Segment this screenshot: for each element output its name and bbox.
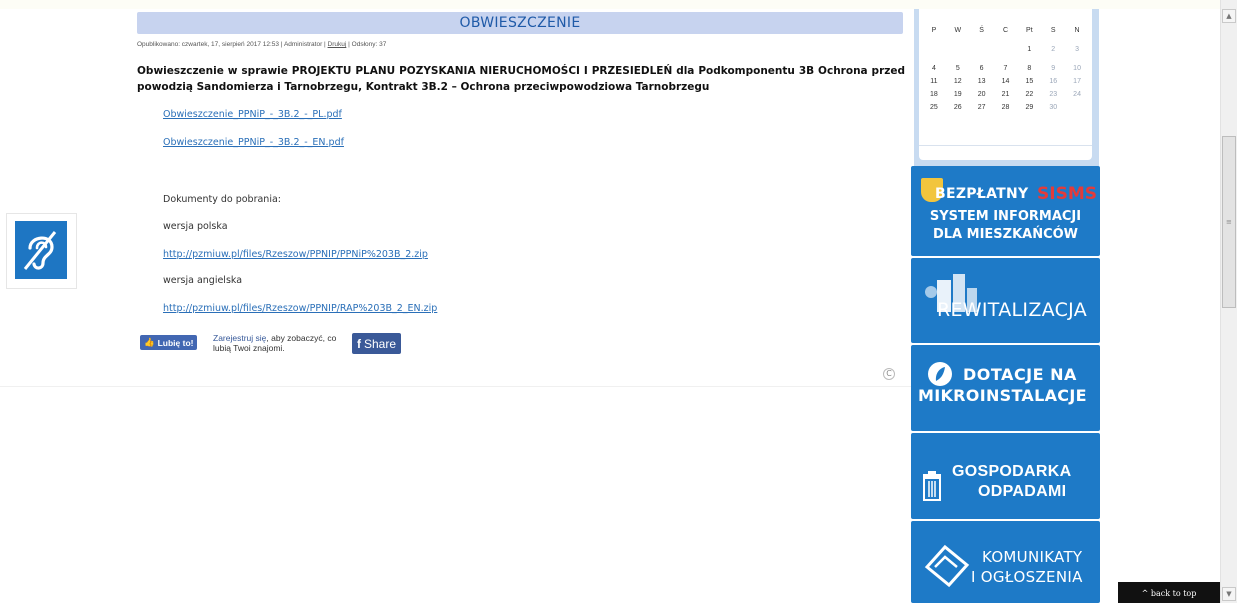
calendar-day[interactable]: 14 [994,76,1018,88]
gospodarka-odpadami-banner[interactable]: GOSPODARKA ODPADAMI [911,433,1100,519]
sms-line2: SYSTEM INFORMACJI [929,209,1082,224]
calendar-weekday: W [954,27,962,34]
grip-icon: ≡ [1226,218,1232,226]
divider [0,386,930,387]
trash-bin-icon [923,471,941,501]
file-link-en[interactable]: Obwieszczenie_PPNiP_-_3B.2_-_EN.pdf [163,137,344,148]
calendar-day[interactable]: 17 [1065,76,1089,88]
documents-label: Dokumenty do pobrania: [163,194,281,205]
sms-brand: SISMS [1037,184,1097,204]
calendar-day[interactable]: 29 [1017,102,1041,114]
print-link[interactable]: Drukuj [328,41,347,48]
calendar-weekday: P [931,27,937,34]
scroll-up-button[interactable]: ▲ [1222,9,1236,23]
scroll-down-button[interactable]: ▼ [1222,587,1236,601]
polish-version-label: wersja polska [163,221,228,232]
calendar-day[interactable]: 28 [994,102,1018,114]
fb-like-label: Lubię to! [157,337,194,348]
calendar-day[interactable]: 21 [994,89,1018,101]
calendar-day[interactable]: 2 [1041,44,1065,56]
article-meta: Opublikowano: czwartek, 17, sierpień 201… [137,41,386,48]
fb-share-label: Share [363,336,397,351]
loading-icon: C [883,368,895,380]
dotacje-banner[interactable]: DOTACJE NA MIKROINSTALACJE [911,345,1100,431]
article-title: OBWIESZCZENIE [459,15,581,31]
top-strip [0,0,1220,9]
calendar-day[interactable]: 25 [922,102,946,114]
article-title-bar: OBWIESZCZENIE [137,12,903,34]
calendar-day[interactable]: 6 [970,63,994,75]
calendar-day[interactable]: 7 [994,63,1018,75]
calendar-day[interactable]: 4 [922,63,946,75]
calendar-weekday: C [1002,27,1009,34]
leaf-icon [928,362,952,386]
sms-line3: DLA MIESZKAŃCÓW [932,227,1079,242]
calendar-rule [919,145,1092,146]
english-version-label: wersja angielska [163,275,243,286]
calendar-weekday: Pt [1026,27,1033,34]
calendar-day[interactable]: 9 [1041,63,1065,75]
komunikaty-line1: KOMUNIKATY [982,548,1083,566]
vertical-scrollbar[interactable]: ▲ ≡ ▼ [1220,0,1237,603]
calendar-day[interactable]: 1 [1017,44,1041,56]
fb-share-button[interactable]: f Share [352,333,401,354]
polish-download-link[interactable]: http://pzmiuw.pl/files/Rzeszow/PPNIP/PPN… [163,249,428,260]
fb-register-text: Zarejestruj się, aby zobaczyć, co lubią … [213,333,353,353]
calendar-empty-cell [922,44,946,56]
calendar-empty-cell [946,44,970,56]
scrollbar-thumb[interactable]: ≡ [1222,136,1236,308]
calendar-widget: P W Ś C Pt S N 1 2 3 4 5 6 7 8 9 10 11 12 13 14 15 16 17 18 19 20 2… [914,9,1099,166]
calendar-day[interactable]: 15 [1017,76,1041,88]
calendar-day[interactable]: 16 [1041,76,1065,88]
calendar-day[interactable]: 22 [1017,89,1041,101]
calendar-day[interactable]: 8 [1017,63,1041,75]
dotacje-line1: DOTACJE NA [963,365,1077,384]
fb-register-link[interactable]: Zarejestruj się [213,333,266,343]
calendar-grid: P W Ś C Pt S N 1 2 3 4 5 6 7 8 9 10 11 12 13 14 15 16 17 18 19 20 2… [922,25,1089,114]
calendar-day[interactable]: 24 [1065,89,1089,101]
file-link-pl[interactable]: Obwieszczenie_PPNiP_-_3B.2_-_PL.pdf [163,109,342,120]
calendar-weekday: N [1074,27,1080,34]
calendar-day[interactable]: 20 [970,89,994,101]
facebook-icon: f [356,336,361,351]
calendar-weekday: Ś [979,27,984,34]
rewitalizacja-label: REWITALIZACJA [937,299,1088,321]
meta-published: Opublikowano: czwartek, 17, sierpień 201… [137,41,328,48]
calendar-day[interactable]: 5 [946,63,970,75]
odpady-line1: GOSPODARKA [952,463,1072,480]
calendar-day[interactable]: 3 [1065,44,1089,56]
calendar-day[interactable]: 18 [922,89,946,101]
fb-like-button[interactable]: 👍 Lubię to! [140,335,198,350]
thumbs-up-icon: 👍 [144,337,155,347]
calendar-empty-cell [970,44,994,56]
sms-line1: BEZPŁATNY [935,186,1029,202]
hearing-assistance-icon[interactable] [15,221,67,279]
article-heading: Obwieszczenie w sprawie PROJEKTU PLANU P… [137,65,905,93]
komunikaty-line2: I OGŁOSZENIA [971,568,1083,586]
calendar-day[interactable]: 23 [1041,89,1065,101]
calendar-day[interactable]: 13 [970,76,994,88]
rewitalizacja-banner[interactable]: REWITALIZACJA [911,258,1100,343]
english-download-link[interactable]: http://pzmiuw.pl/files/Rzeszow/PPNIP/RAP… [163,303,437,314]
calendar-empty-cell [994,44,1018,56]
komunikaty-banner[interactable]: KOMUNIKATY I OGŁOSZENIA [911,521,1100,603]
sms-banner[interactable]: BEZPŁATNY SISMS SYSTEM INFORMACJI DLA MI… [911,166,1100,256]
calendar-day[interactable]: 10 [1065,63,1089,75]
calendar-day[interactable]: 30 [1041,102,1065,114]
calendar-empty-cell [1065,102,1089,114]
calendar-weekday: S [1050,27,1056,34]
document-scroll-icon [924,544,970,588]
accessibility-widget[interactable] [6,213,77,289]
calendar-day[interactable]: 27 [970,102,994,114]
calendar-day[interactable]: 12 [946,76,970,88]
calendar-day[interactable]: 19 [946,89,970,101]
meta-views: | Odsłony: 37 [346,41,387,48]
calendar-day[interactable]: 11 [922,76,946,88]
dotacje-line2: MIKROINSTALACJE [918,386,1087,405]
back-to-top-button[interactable]: ^ back to top [1118,582,1220,603]
calendar-body: P W Ś C Pt S N 1 2 3 4 5 6 7 8 9 10 11 12 13 14 15 16 17 18 19 20 2… [919,9,1092,160]
odpady-line2: ODPADAMI [978,483,1067,500]
calendar-day[interactable]: 26 [946,102,970,114]
